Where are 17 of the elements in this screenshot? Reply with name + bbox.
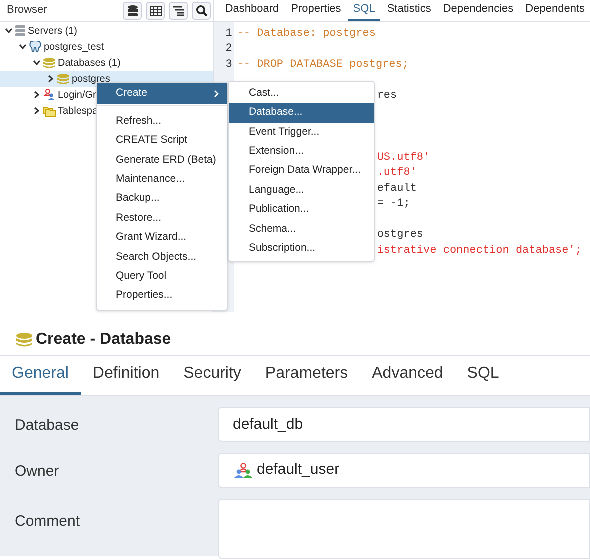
field-label: Database — [15, 416, 80, 436]
code-line: = -1; — [377, 197, 410, 212]
code-line: -- DROP DATABASE postgres; — [236, 58, 409, 72]
code-line: .utf8' — [377, 166, 417, 181]
field-label: Comment — [15, 512, 82, 532]
code-line: -- Database: postgres — [236, 26, 376, 42]
code-line: efault — [377, 182, 417, 196]
code-line: istrative connection database'; — [377, 244, 582, 258]
code-line: ostgres — [377, 228, 424, 243]
code-line: res — [377, 88, 398, 104]
line-number: 2 — [226, 42, 232, 57]
code-line: US.utf8' — [377, 150, 430, 166]
line-number: 1 — [226, 26, 232, 42]
dialog-title: Create - Database — [36, 330, 172, 350]
line-number: 3 — [226, 58, 232, 72]
field-label: Owner — [15, 462, 60, 482]
panel-title: Browser — [7, 3, 48, 18]
